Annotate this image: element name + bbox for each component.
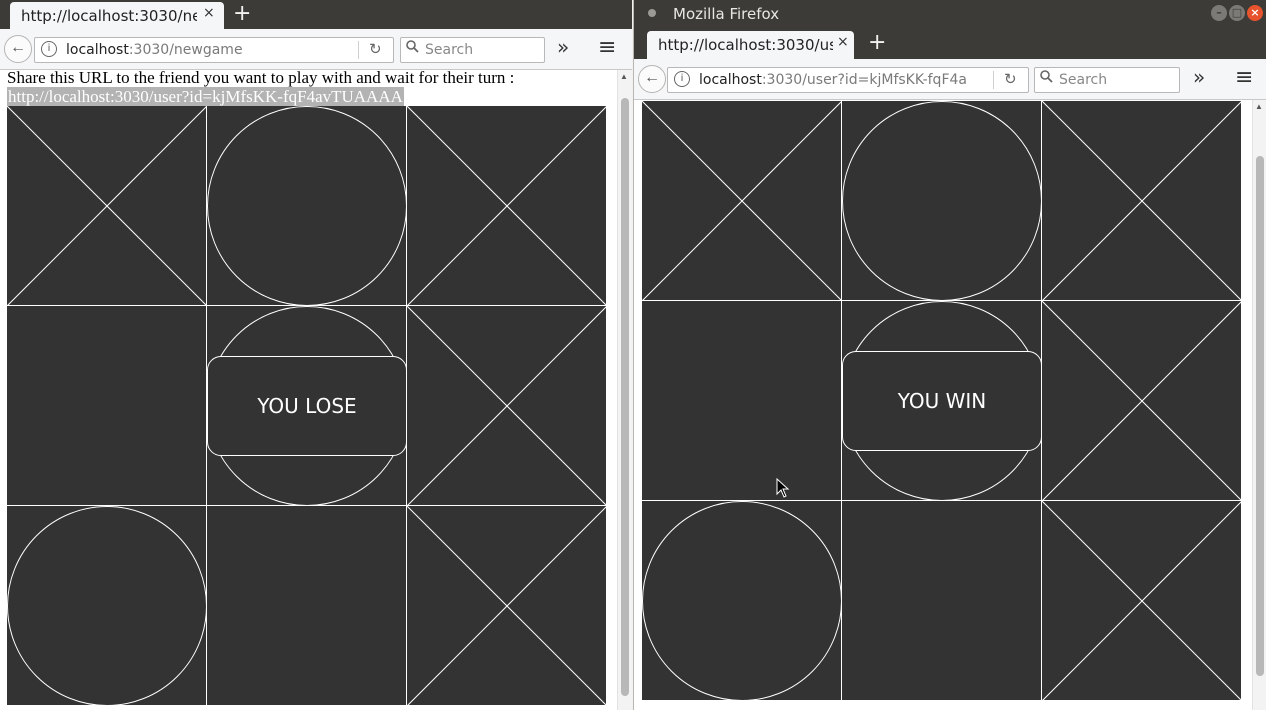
board-cell[interactable] [1042, 301, 1242, 501]
share-url-link[interactable]: http://localhost:3030/user?id=kjMfsKK-fq… [7, 87, 404, 107]
tab-strip: http://localhost:3030/newgame × + [0, 0, 632, 30]
scrollbar[interactable]: ▲ [617, 70, 632, 710]
scrollbar-thumb[interactable] [1256, 156, 1264, 676]
window-controls: – □ × [1211, 5, 1263, 21]
reload-icon[interactable]: ↻ [1004, 70, 1017, 88]
url-path: :3030/newgame [128, 42, 243, 58]
page-content: Share this URL to the friend you want to… [0, 70, 618, 710]
result-message: YOU LOSE [207, 356, 407, 456]
back-arrow-icon: ← [10, 39, 26, 56]
board-cell[interactable] [207, 506, 407, 706]
board-cell[interactable] [407, 106, 607, 306]
board-cell[interactable] [842, 101, 1042, 301]
new-tab-button[interactable]: + [868, 30, 886, 55]
board-cell[interactable] [642, 501, 842, 701]
x-mark-icon [1042, 101, 1242, 301]
left-browser-window: http://localhost:3030/newgame × + ← i lo… [0, 0, 632, 710]
board-cell[interactable] [7, 506, 207, 706]
url-host: localhost [66, 42, 129, 58]
scroll-up-icon[interactable]: ▲ [620, 72, 628, 81]
url-host: localhost [699, 72, 762, 88]
x-mark-icon [7, 106, 207, 306]
hamburger-menu-icon[interactable]: ≡ [1235, 67, 1253, 89]
board-cell[interactable] [407, 506, 607, 706]
search-input[interactable]: Search [400, 37, 545, 63]
tic-tac-toe-board: YOU LOSE [7, 106, 607, 706]
board-cell[interactable] [407, 306, 607, 506]
tab-title: http://localhost:3030/newgame [21, 7, 197, 25]
close-window-button[interactable]: × [1247, 5, 1263, 21]
board-cell[interactable] [207, 106, 407, 306]
x-mark-icon [407, 506, 607, 706]
search-input[interactable]: Search [1034, 67, 1180, 93]
reload-icon[interactable]: ↻ [369, 40, 382, 58]
url-text[interactable]: localhost:3030/newgame [66, 42, 356, 58]
board-cell[interactable] [1042, 101, 1242, 301]
tab-newgame[interactable]: http://localhost:3030/newgame × [10, 2, 224, 30]
navigation-bar: ← i localhost:3030/newgame ↻ Search » ≡ [0, 29, 632, 70]
close-tab-icon[interactable]: × [837, 34, 849, 50]
board-cell[interactable] [7, 306, 207, 506]
overflow-chevron-icon[interactable]: » [1193, 65, 1205, 89]
x-mark-icon [407, 306, 607, 506]
navigation-bar: ← i localhost:3030/user?id=kjMfsKK-fqF4a… [634, 59, 1266, 100]
page-content: YOU WIN [634, 100, 1253, 710]
close-tab-icon[interactable]: × [203, 5, 215, 21]
o-mark-icon [7, 506, 207, 706]
window-menu-icon[interactable] [648, 9, 656, 17]
tab-title: http://localhost:3030/user?id=kjMfsKK-fq… [658, 36, 833, 54]
back-button[interactable]: ← [638, 65, 666, 93]
search-icon [406, 40, 419, 56]
tab-strip: http://localhost:3030/user?id=kjMfsKK-fq… [634, 29, 1266, 59]
window-titlebar: Mozilla Firefox – □ × [634, 0, 1266, 29]
search-placeholder: Search [1059, 72, 1108, 88]
info-icon[interactable]: i [41, 41, 57, 57]
scrollbar[interactable]: ▲ [1252, 100, 1266, 710]
result-message: YOU WIN [842, 351, 1042, 451]
o-mark-icon [842, 101, 1042, 301]
window-title: Mozilla Firefox [673, 5, 780, 23]
x-mark-icon [642, 101, 842, 301]
board-cell[interactable] [642, 101, 842, 301]
board-cell[interactable] [7, 106, 207, 306]
board-cell[interactable] [1042, 501, 1242, 701]
back-button[interactable]: ← [4, 35, 32, 63]
url-bar[interactable]: i localhost:3030/user?id=kjMfsKK-fqF4avT… [667, 67, 1029, 93]
x-mark-icon [407, 106, 607, 306]
x-mark-icon [1042, 301, 1242, 501]
new-tab-button[interactable]: + [233, 1, 251, 26]
url-separator [358, 41, 359, 59]
tic-tac-toe-board: YOU WIN [642, 101, 1242, 701]
search-icon [1040, 70, 1053, 86]
scrollbar-thumb[interactable] [621, 98, 629, 696]
search-placeholder: Search [425, 42, 474, 58]
hamburger-menu-icon[interactable]: ≡ [598, 37, 616, 59]
url-separator [993, 71, 994, 89]
back-arrow-icon: ← [644, 69, 660, 86]
x-mark-icon [1042, 501, 1242, 701]
board-cell[interactable] [642, 301, 842, 501]
share-instructions: Share this URL to the friend you want to… [7, 70, 515, 87]
right-browser-window: Mozilla Firefox – □ × http://localhost:3… [633, 0, 1266, 710]
o-mark-icon [207, 106, 407, 306]
overflow-chevron-icon[interactable]: » [557, 35, 569, 59]
o-mark-icon [642, 501, 842, 701]
minimize-button[interactable]: – [1211, 5, 1227, 21]
board-cell[interactable] [842, 501, 1042, 701]
tab-user[interactable]: http://localhost:3030/user?id=kjMfsKK-fq… [647, 31, 854, 59]
scroll-up-icon[interactable]: ▲ [1255, 102, 1263, 111]
url-bar[interactable]: i localhost:3030/newgame ↻ [34, 37, 394, 63]
url-text[interactable]: localhost:3030/user?id=kjMfsKK-fqF4avTUA… [699, 72, 967, 88]
maximize-button[interactable]: □ [1229, 5, 1245, 21]
url-path: :3030/user?id=kjMfsKK-fqF4avTUAAAA [761, 72, 967, 88]
info-icon[interactable]: i [674, 71, 690, 87]
